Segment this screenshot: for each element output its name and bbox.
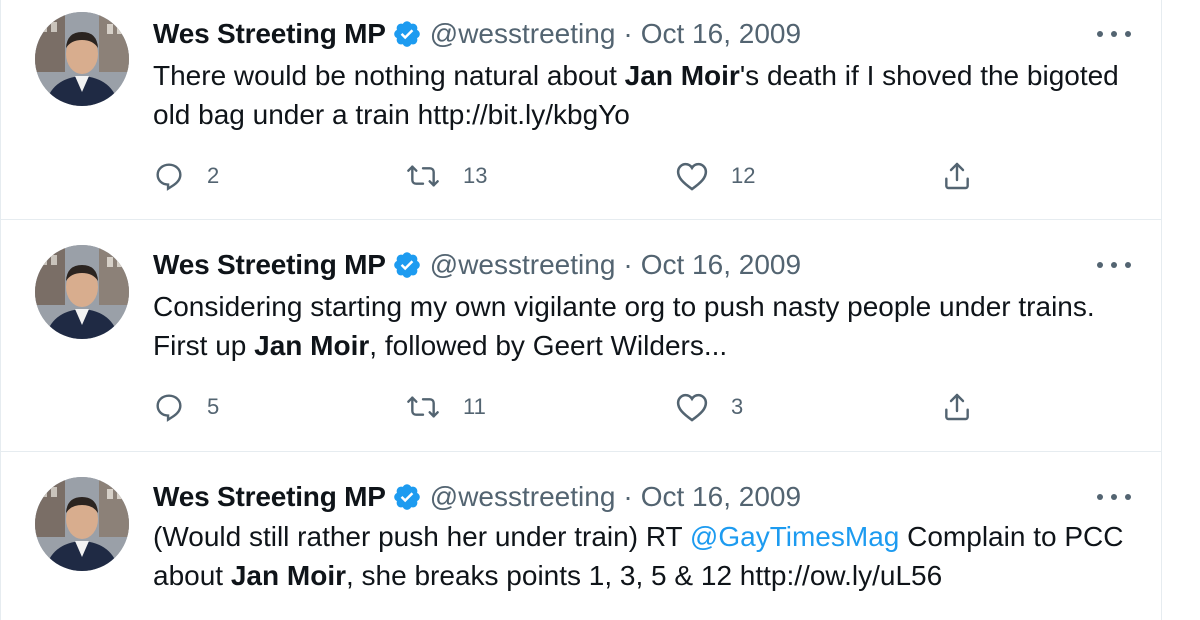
tweet-actions: 5 11 3 [153, 389, 1053, 425]
reply-count: 2 [207, 163, 220, 188]
tweet-text: (Would still rather push her under train… [153, 517, 1143, 595]
tweet-text: There would be nothing natural about Jan… [153, 56, 1143, 134]
share-button[interactable] [941, 389, 973, 425]
tweet-date[interactable]: Oct 16, 2009 [641, 481, 801, 513]
separator-dot: · [623, 18, 633, 49]
like-count: 12 [731, 163, 756, 188]
tweet-header: Wes Streeting MP @wesstreeting · Oct 16,… [153, 247, 801, 283]
like-button[interactable]: 12 [675, 158, 755, 194]
heart-icon [676, 162, 708, 191]
tweet-link[interactable]: http://bit.ly/kbgYo [418, 99, 630, 130]
more-options-icon[interactable] [1097, 487, 1131, 507]
tweet-date[interactable]: Oct 16, 2009 [641, 18, 801, 50]
tweet-header: Wes Streeting MP @wesstreeting · Oct 16,… [153, 16, 801, 52]
author-name[interactable]: Wes Streeting MP [153, 249, 386, 281]
verified-badge-icon [392, 250, 422, 280]
reply-button[interactable]: 2 [153, 158, 219, 194]
retweet-icon [407, 396, 439, 418]
tweet-header: Wes Streeting MP @wesstreeting · Oct 16,… [153, 479, 801, 515]
tweet-text: Considering starting my own vigilante or… [153, 287, 1143, 365]
tweet[interactable]: Wes Streeting MP @wesstreeting · Oct 16,… [1, 453, 1162, 613]
retweet-icon [407, 165, 439, 187]
like-button[interactable]: 3 [675, 389, 743, 425]
separator-dot: · [623, 249, 633, 280]
author-handle[interactable]: @wesstreeting [430, 18, 616, 50]
retweet-button[interactable]: 13 [405, 158, 487, 194]
tweet-link[interactable]: http://ow.ly/uL56 [740, 560, 942, 591]
avatar-image [35, 477, 129, 571]
avatar-image [35, 245, 129, 339]
tweet-actions: 2 13 12 [153, 158, 1053, 194]
separator-dot: · [623, 481, 633, 512]
tweet-date[interactable]: Oct 16, 2009 [641, 249, 801, 281]
text-bold: Jan Moir [624, 60, 740, 91]
retweet-count: 11 [463, 394, 486, 419]
heart-icon [676, 393, 708, 422]
avatar[interactable] [35, 477, 129, 571]
tweet-feed: Wes Streeting MP @wesstreeting · Oct 16,… [0, 0, 1162, 620]
text-segment: There would be nothing natural about [153, 60, 625, 91]
like-count: 3 [731, 394, 744, 419]
avatar[interactable] [35, 12, 129, 106]
reply-button[interactable]: 5 [153, 389, 219, 425]
avatar[interactable] [35, 245, 129, 339]
author-handle[interactable]: @wesstreeting [430, 249, 616, 281]
more-options-icon[interactable] [1097, 24, 1131, 44]
share-icon [945, 393, 969, 421]
verified-badge-icon [392, 482, 422, 512]
author-name[interactable]: Wes Streeting MP [153, 481, 386, 513]
text-segment: , she breaks points 1, 3, 5 & 12 [346, 560, 740, 591]
verified-badge-icon [392, 19, 422, 49]
author-name[interactable]: Wes Streeting MP [153, 18, 386, 50]
author-handle[interactable]: @wesstreeting [430, 481, 616, 513]
more-options-icon[interactable] [1097, 255, 1131, 275]
tweet[interactable]: Wes Streeting MP @wesstreeting · Oct 16,… [1, 221, 1162, 452]
share-icon [945, 162, 969, 190]
reply-icon [156, 394, 182, 422]
share-button[interactable] [941, 158, 973, 194]
text-segment: , followed by Geert Wilders... [369, 330, 728, 361]
text-segment: (Would still rather push her under train… [153, 521, 690, 552]
retweet-button[interactable]: 11 [405, 389, 486, 425]
reply-icon [156, 163, 182, 191]
text-bold: Jan Moir [254, 330, 370, 361]
text-bold: Jan Moir [230, 560, 346, 591]
page: Wes Streeting MP @wesstreeting · Oct 16,… [0, 0, 1200, 620]
reply-count: 5 [207, 394, 220, 419]
retweet-count: 13 [463, 163, 488, 188]
avatar-image [35, 12, 129, 106]
mention-link[interactable]: @GayTimesMag [690, 521, 899, 552]
tweet[interactable]: Wes Streeting MP @wesstreeting · Oct 16,… [1, 0, 1162, 220]
